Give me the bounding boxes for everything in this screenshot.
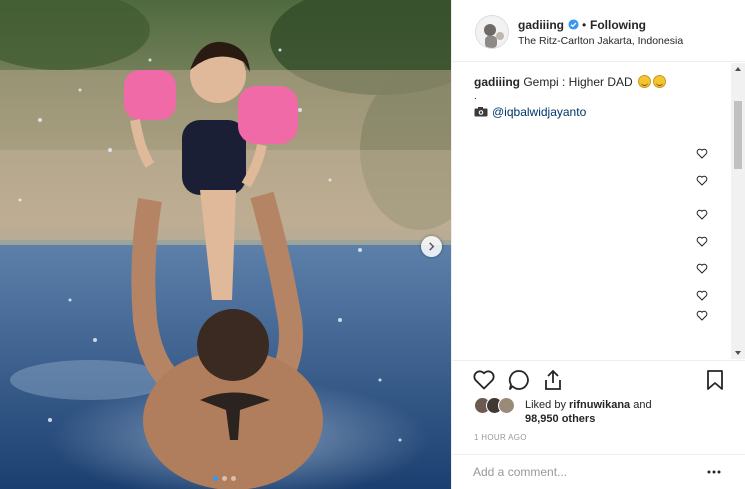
smile-emoji-icon: [653, 75, 667, 88]
post-username[interactable]: gadiiing: [518, 18, 564, 32]
photo-credit: @iqbalwidjayanto: [474, 105, 586, 119]
comments-area[interactable]: gadiiing Gempi : Higher DAD . @iqbalwidj…: [452, 63, 745, 359]
likes-summary: Liked by rifnuwikana and 98,950 others: [474, 396, 734, 430]
heart-outline-icon[interactable]: [696, 290, 708, 301]
smile-emoji-icon: [638, 75, 652, 88]
caption: gadiiing Gempi : Higher DAD: [474, 75, 667, 89]
heart-outline-icon[interactable]: [696, 175, 708, 186]
add-comment-bar: [452, 454, 745, 489]
more-options-icon[interactable]: [706, 465, 722, 479]
divider: [452, 360, 745, 361]
post-timestamp[interactable]: 1 HOUR AGO: [474, 433, 527, 442]
camera-icon: [474, 107, 488, 117]
verified-badge-icon: [568, 19, 579, 30]
scrollbar-thumb[interactable]: [734, 101, 742, 169]
chevron-right-icon: [429, 242, 435, 251]
heart-outline-icon[interactable]: [696, 209, 708, 220]
heart-icon[interactable]: [472, 368, 496, 392]
liker-username[interactable]: rifnuwikana: [569, 399, 630, 411]
post-location[interactable]: The Ritz-Carlton Jakarta, Indonesia: [518, 35, 683, 47]
caption-username[interactable]: gadiiing: [474, 75, 520, 89]
post-side-panel: gadiiing • Following The Ritz-Carlton Ja…: [451, 0, 745, 489]
heart-outline-icon[interactable]: [696, 148, 708, 159]
credit-mention-link[interactable]: @iqbalwidjayanto: [492, 105, 586, 119]
scroll-down-arrow-icon[interactable]: [731, 347, 745, 359]
carousel-indicator: [213, 476, 236, 481]
comments-scrollbar[interactable]: [731, 63, 745, 359]
heart-outline-icon[interactable]: [696, 263, 708, 274]
separator-dot: •: [582, 18, 587, 32]
following-button[interactable]: Following: [590, 18, 646, 32]
heart-outline-icon[interactable]: [696, 310, 708, 321]
likes-count-link[interactable]: 98,950 others: [525, 413, 595, 425]
carousel-next-button[interactable]: [421, 236, 442, 257]
liker-avatars: [474, 397, 522, 415]
post-header: gadiiing • Following The Ritz-Carlton Ja…: [452, 0, 745, 62]
share-icon[interactable]: [541, 368, 565, 392]
avatar[interactable]: [475, 15, 509, 49]
scroll-up-arrow-icon[interactable]: [731, 63, 745, 75]
liked-by-conjunction: and: [630, 399, 652, 411]
caption-continuation: .: [474, 91, 477, 102]
liked-by-prefix: Liked by: [525, 399, 570, 411]
carousel-dot: [222, 476, 227, 481]
liker-avatar[interactable]: [498, 397, 515, 414]
caption-text: Gempi : Higher DAD: [520, 75, 637, 89]
post-photo[interactable]: [0, 0, 451, 489]
comment-icon[interactable]: [507, 368, 531, 392]
heart-outline-icon[interactable]: [696, 236, 708, 247]
carousel-dot: [231, 476, 236, 481]
comment-input[interactable]: [473, 463, 693, 481]
post-actions: [452, 362, 745, 398]
avatar-image: [476, 16, 508, 48]
carousel-dot: [213, 476, 218, 481]
liked-by-text: Liked by rifnuwikana and: [525, 398, 652, 412]
bookmark-icon[interactable]: [703, 368, 727, 392]
photo-scene: [0, 0, 451, 489]
